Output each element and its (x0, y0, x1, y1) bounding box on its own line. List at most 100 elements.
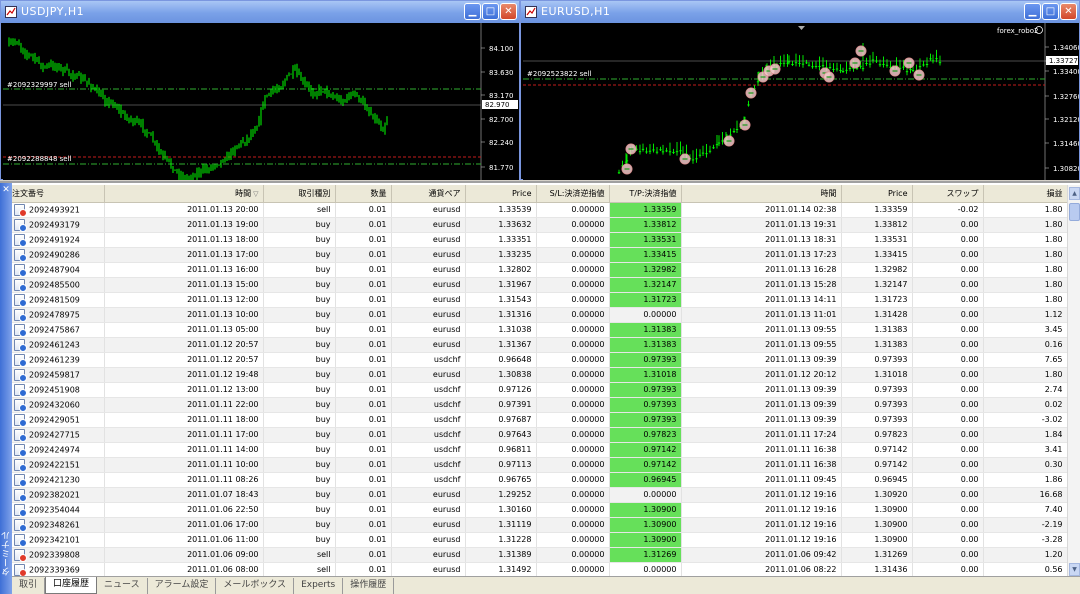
close-price-cell: 0.97393 (841, 397, 913, 413)
sl-cell: 0.00000 (536, 532, 610, 548)
table-row[interactable]: 2092478975 2011.01.13 10:00 buy 0.01 eurusd 1… (12, 307, 1067, 323)
type-cell: buy (263, 352, 336, 368)
table-row[interactable]: 2092354044 2011.01.06 22:50 buy 0.01 eurusd 1… (12, 502, 1067, 518)
order-label: #2092329997 sell (7, 81, 72, 89)
close-time-cell: 2011.01.13 09:39 (681, 397, 842, 413)
close-price-cell: 1.33359 (841, 202, 913, 218)
minimize-button[interactable]: ▁ (464, 3, 481, 20)
column-header[interactable]: T/P:決済指値 (609, 185, 682, 203)
order-number: 2092424974 (29, 445, 80, 454)
column-header[interactable]: Price (841, 185, 913, 203)
scroll-up-icon[interactable]: ▲ (1069, 187, 1080, 200)
maximize-button[interactable]: □ (482, 3, 499, 20)
price-tick-label: 1.34060 (1053, 44, 1079, 52)
type-cell: buy (263, 217, 336, 233)
column-header[interactable]: 注文番号 (12, 185, 105, 203)
table-row[interactable]: 2092339369 2011.01.06 08:00 sell 0.01 eurusd… (12, 562, 1067, 578)
table-row[interactable]: 2092427715 2011.01.11 17:00 buy 0.01 usdchf 0… (12, 427, 1067, 443)
terminal-tab[interactable]: メールボックス (216, 578, 295, 594)
symbol-cell: eurusd (391, 322, 466, 338)
terminal-tab[interactable]: アラーム設定 (148, 578, 217, 594)
table-row[interactable]: 2092451908 2011.01.12 13:00 buy 0.01 usdchf 0… (12, 382, 1067, 398)
table-row[interactable]: 2092461243 2011.01.12 20:57 buy 0.01 eurusd 1… (12, 337, 1067, 353)
sl-cell: 0.00000 (536, 562, 610, 578)
size-cell: 0.01 (335, 202, 392, 218)
order-icon (14, 248, 27, 261)
title-bar[interactable]: USDJPY,H1 ▁ □ ✕ (1, 1, 519, 23)
size-cell: 0.01 (335, 547, 392, 563)
table-row[interactable]: 2092424974 2011.01.11 14:00 buy 0.01 usdchf 0… (12, 442, 1067, 458)
swap-cell: 0.00 (912, 472, 984, 488)
chart-window-usdjpy[interactable]: USDJPY,H1 ▁ □ ✕ 84.100 83.630 83.170 82.700… (0, 0, 520, 180)
type-cell: buy (263, 397, 336, 413)
terminal-tab[interactable]: ニュース (97, 578, 148, 594)
history-table: 注文番号 時間 ▽ 取引種別 数量 通貨ペア Price S/L:決済逆指値 T/P:決済指値時… (12, 185, 1067, 578)
table-row[interactable]: 2092459817 2011.01.12 19:48 buy 0.01 eurusd 1… (12, 367, 1067, 383)
terminal-tab[interactable]: 操作履歴 (343, 578, 395, 594)
table-row[interactable]: 2092487904 2011.01.13 16:00 buy 0.01 eurusd 1… (12, 262, 1067, 278)
terminal-tab[interactable]: 口座履歴 (45, 577, 98, 594)
close-button[interactable]: ✕ (500, 3, 517, 20)
price-chart-usdjpy[interactable]: 84.100 83.630 83.170 82.700 82.240 81.770 #209… (3, 23, 519, 180)
tp-cell: 1.32982 (609, 262, 682, 278)
scroll-thumb[interactable] (1069, 203, 1080, 221)
column-header[interactable]: 通貨ペア (391, 185, 466, 203)
scroll-down-icon[interactable]: ▼ (1069, 563, 1080, 576)
terminal-tab[interactable]: 取引 (12, 578, 46, 594)
symbol-cell: eurusd (391, 292, 466, 308)
order-icon (14, 293, 27, 306)
column-header[interactable]: 時間 ▽ (104, 185, 264, 203)
table-row[interactable]: 2092475867 2011.01.13 05:00 buy 0.01 eurusd 1… (12, 322, 1067, 338)
profit-cell: 1.20 (983, 547, 1067, 563)
table-row[interactable]: 2092493921 2011.01.13 20:00 sell 0.01 eurusd… (12, 202, 1067, 218)
column-header[interactable]: 時間 (681, 185, 842, 203)
close-icon[interactable]: ✕ (1, 185, 11, 195)
vertical-scrollbar[interactable]: ▲ ▼ (1067, 185, 1080, 578)
table-row[interactable]: 2092429051 2011.01.11 18:00 buy 0.01 usdchf 0… (12, 412, 1067, 428)
symbol-cell: usdchf (391, 397, 466, 413)
table-row[interactable]: 2092490286 2011.01.13 17:00 buy 0.01 eurusd 1… (12, 247, 1067, 263)
minimize-button[interactable]: ▁ (1024, 3, 1041, 20)
table-row[interactable]: 2092342101 2011.01.06 11:00 buy 0.01 eurusd 1… (12, 532, 1067, 548)
symbol-cell: usdchf (391, 352, 466, 368)
type-cell: buy (263, 367, 336, 383)
column-header[interactable]: Price (465, 185, 537, 203)
title-bar[interactable]: EURUSD,H1 ▁ □ ✕ (521, 1, 1079, 23)
price-chart-eurusd[interactable]: 1.34060 1.33727 1.33400 1.32760 1.32120 1.314… (523, 23, 1079, 180)
maximize-button[interactable]: □ (1042, 3, 1059, 20)
order-number: 2092493921 (29, 205, 80, 214)
close-button[interactable]: ✕ (1060, 3, 1077, 20)
chart-icon (5, 6, 17, 18)
table-row[interactable]: 2092348261 2011.01.06 17:00 buy 0.01 eurusd 1… (12, 517, 1067, 533)
order-icon (14, 278, 27, 291)
tp-cell: 0.96945 (609, 472, 682, 488)
column-header[interactable]: 取引種別 (263, 185, 336, 203)
table-row[interactable]: 2092491924 2011.01.13 18:00 buy 0.01 eurusd 1… (12, 232, 1067, 248)
table-row[interactable]: 2092432060 2011.01.11 22:00 buy 0.01 usdchf 0… (12, 397, 1067, 413)
table-row[interactable]: 2092421230 2011.01.11 08:26 buy 0.01 usdchf 0… (12, 472, 1067, 488)
table-row[interactable]: 2092422151 2011.01.11 10:00 buy 0.01 usdchf 0… (12, 457, 1067, 473)
table-row[interactable]: 2092493179 2011.01.13 19:00 buy 0.01 eurusd 1… (12, 217, 1067, 233)
usdjpy-chart-svg[interactable]: 84.100 83.630 83.170 82.700 82.240 81.770 #209… (3, 23, 519, 180)
terminal-tab[interactable]: Experts (294, 578, 344, 594)
column-header[interactable]: スワップ (912, 185, 984, 203)
type-cell: buy (263, 427, 336, 443)
column-header[interactable]: 損益 (983, 185, 1067, 203)
table-row[interactable]: 2092382021 2011.01.07 18:43 buy 0.01 eurusd 1… (12, 487, 1067, 503)
chart-window-eurusd[interactable]: EURUSD,H1 ▁ □ ✕ 1.340601.337271.334001.3… (520, 0, 1080, 180)
eurusd-chart-svg[interactable]: 1.34060 1.33727 1.33400 1.32760 1.32120 1.314… (523, 23, 1079, 180)
column-header[interactable]: 数量 (335, 185, 392, 203)
type-cell: buy (263, 517, 336, 533)
profit-cell: -2.19 (983, 517, 1067, 533)
table-row[interactable]: 2092339808 2011.01.06 09:00 sell 0.01 eurusd… (12, 547, 1067, 563)
table-row[interactable]: 2092461239 2011.01.12 20:57 buy 0.01 usdchf 0… (12, 352, 1067, 368)
column-header[interactable]: S/L:決済逆指値 (536, 185, 610, 203)
table-row[interactable]: 2092481509 2011.01.13 12:00 buy 0.01 eurusd 1… (12, 292, 1067, 308)
size-cell: 0.01 (335, 232, 392, 248)
order-number: 2092421230 (29, 475, 80, 484)
profit-cell: 1.12 (983, 307, 1067, 323)
sl-cell: 0.00000 (536, 322, 610, 338)
order-icon (14, 473, 27, 486)
table-row[interactable]: 2092485500 2011.01.13 15:00 buy 0.01 eurusd 1… (12, 277, 1067, 293)
order-icon (14, 503, 27, 516)
